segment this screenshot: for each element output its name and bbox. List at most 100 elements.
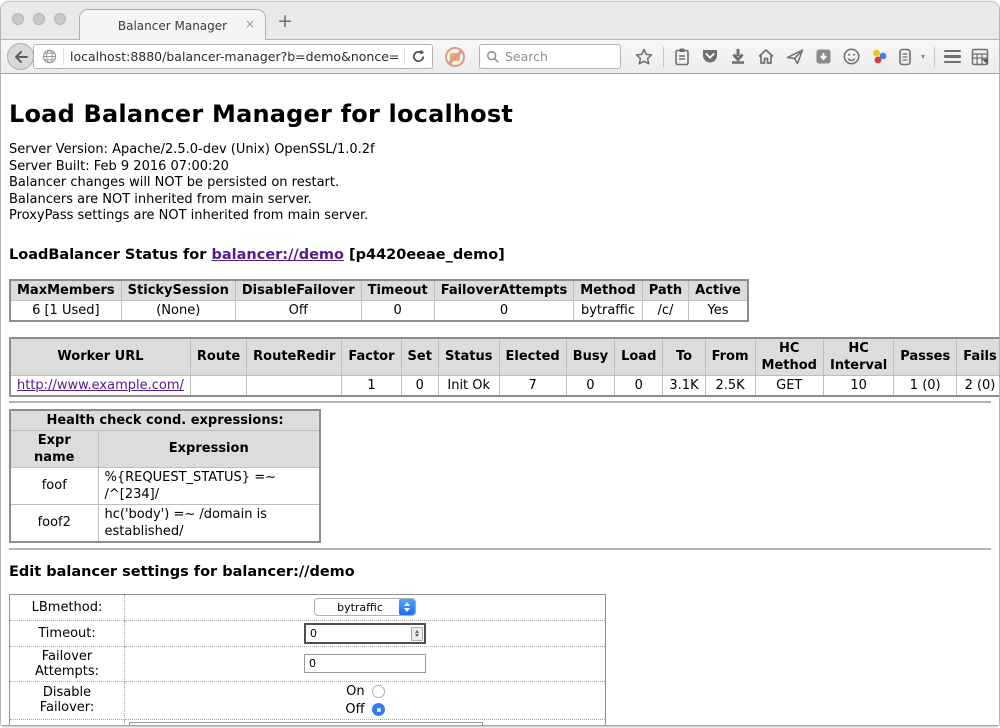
window-controls xyxy=(12,13,66,25)
table-cell: /c/ xyxy=(642,300,688,321)
table-cell: Init Ok xyxy=(438,375,499,396)
column-header: RouteRedir xyxy=(247,338,342,376)
table-cell: Yes xyxy=(689,300,748,321)
table-cell xyxy=(247,375,342,396)
disable-failover-on-radio[interactable] xyxy=(372,685,385,698)
column-header: To xyxy=(663,338,705,376)
table-cell: 3.1K xyxy=(663,375,705,396)
reload-icon[interactable] xyxy=(411,49,426,64)
column-header: FailoverAttempts xyxy=(434,280,574,301)
menu-icon[interactable] xyxy=(944,50,961,64)
column-header: Status xyxy=(438,338,499,376)
page-title: Load Balancer Manager for localhost xyxy=(9,100,991,128)
section-divider xyxy=(9,548,991,550)
failover-attempts-label: Failover Attempts: xyxy=(10,646,125,681)
toolbar-icons: ▾ xyxy=(634,40,990,73)
tab-balancer-manager[interactable]: Balancer Manager × xyxy=(79,9,266,41)
column-header: Worker URL xyxy=(10,338,190,376)
table-cell: 1 (0) xyxy=(894,375,957,396)
column-header: Set xyxy=(401,338,438,376)
save-to-device-icon[interactable] xyxy=(814,47,833,66)
bookmark-star-icon[interactable] xyxy=(634,47,654,67)
worker-url-link[interactable]: http://www.example.com/ xyxy=(17,378,184,393)
tab-title: Balancer Manager xyxy=(118,19,227,33)
tab-bar: Balancer Manager × + xyxy=(1,2,999,40)
notice-line: Balancers are NOT inherited from main se… xyxy=(9,192,991,209)
lbmethod-select[interactable]: bytraffic xyxy=(314,598,416,616)
column-header: Load xyxy=(615,338,663,376)
chevron-down-icon[interactable]: ▾ xyxy=(921,52,925,61)
timeout-input[interactable] xyxy=(304,623,426,644)
sticky-session-hint: (Use '-' to delete) xyxy=(486,724,601,726)
column-header: Route xyxy=(190,338,246,376)
send-plane-icon[interactable] xyxy=(785,47,805,66)
home-icon[interactable] xyxy=(756,47,776,66)
column-header: Factor xyxy=(342,338,401,376)
status-heading-prefix: LoadBalancer Status for xyxy=(9,247,206,263)
table-cell: 2 (0) xyxy=(957,375,999,396)
tab-close-icon[interactable]: × xyxy=(245,18,255,30)
failover-attempts-input[interactable] xyxy=(304,654,426,673)
column-header: StickySession xyxy=(121,280,235,301)
column-header: Method xyxy=(574,280,642,301)
url-bar[interactable]: localhost:8880/balancer-manager?b=demo&n… xyxy=(33,44,433,69)
newspaper-grid-icon[interactable] xyxy=(970,47,990,67)
form-row-failover-attempts: Failover Attempts: xyxy=(10,646,606,681)
close-window-button[interactable] xyxy=(12,13,24,25)
new-tab-button[interactable]: + xyxy=(277,10,293,32)
page-content: Load Balancer Manager for localhost Serv… xyxy=(1,100,999,725)
column-header: Expr name xyxy=(10,430,98,467)
content-blocked-icon[interactable] xyxy=(445,47,465,67)
table-row: 6 [1 Used] (None) Off 0 0 bytraffic /c/ … xyxy=(10,300,748,321)
disable-failover-label: Disable Failover: xyxy=(10,681,125,719)
table-cell: 0 xyxy=(434,300,574,321)
table-cell: http://www.example.com/ xyxy=(10,375,190,396)
column-header: MaxMembers xyxy=(10,280,121,301)
back-arrow-icon xyxy=(14,51,28,63)
back-button[interactable] xyxy=(7,43,34,70)
column-header: DisableFailover xyxy=(235,280,361,301)
table-cell: (None) xyxy=(121,300,235,321)
search-bar[interactable] xyxy=(479,44,621,69)
column-header: Expression xyxy=(98,430,320,467)
form-row-lbmethod: LBmethod: bytraffic xyxy=(10,594,606,620)
table-cell: 0 xyxy=(615,375,663,396)
health-table-title: Health check cond. expressions: xyxy=(10,410,320,431)
column-header: Fails xyxy=(957,338,999,376)
form-row-disable-failover: Disable Failover: On Off xyxy=(10,681,606,719)
pocket-icon[interactable] xyxy=(700,47,720,66)
column-header: HC Method xyxy=(755,338,823,376)
reading-list-icon[interactable] xyxy=(673,47,691,67)
table-cell: GET xyxy=(755,375,823,396)
search-icon xyxy=(486,50,500,64)
url-text[interactable]: localhost:8880/balancer-manager?b=demo&n… xyxy=(70,49,398,64)
notice-line: Balancer changes will NOT be persisted o… xyxy=(9,175,991,192)
section-divider xyxy=(9,401,991,403)
column-header: Busy xyxy=(566,338,614,376)
lbmethod-selected-value: bytraffic xyxy=(315,601,399,614)
download-icon[interactable] xyxy=(729,47,747,66)
feedback-smiley-icon[interactable] xyxy=(842,47,861,66)
server-built-line: Server Built: Feb 9 2016 07:00:20 xyxy=(9,159,991,176)
number-stepper-icon[interactable] xyxy=(411,627,423,641)
browser-window: Balancer Manager × + localhost:8880/bala… xyxy=(1,2,999,725)
search-input[interactable] xyxy=(505,49,605,64)
table-row: foof %{REQUEST_STATUS} =~ /^[234]/ xyxy=(10,467,320,504)
extension-dots-icon[interactable] xyxy=(870,47,889,66)
table-cell: foof xyxy=(10,467,98,504)
column-header: Path xyxy=(642,280,688,301)
session-manager-icon[interactable] xyxy=(898,47,912,67)
sticky-session-input[interactable] xyxy=(129,722,483,726)
balancer-status-table: MaxMembers StickySession DisableFailover… xyxy=(9,279,749,322)
table-cell: hc('body') =~ /domain is established/ xyxy=(98,504,320,542)
balancer-demo-link[interactable]: balancer://demo xyxy=(211,247,344,263)
disable-failover-off-radio[interactable] xyxy=(372,703,385,716)
radio-on-label: On xyxy=(345,684,364,699)
table-header-row: Health check cond. expressions: xyxy=(10,410,320,431)
globe-icon xyxy=(42,49,57,64)
server-version-line: Server Version: Apache/2.5.0-dev (Unix) … xyxy=(9,142,991,159)
zoom-window-button[interactable] xyxy=(54,13,66,25)
minimize-window-button[interactable] xyxy=(33,13,45,25)
column-header: Active xyxy=(689,280,748,301)
form-row-sticky-session: Sticky Session: (Use '-' to delete) xyxy=(10,719,606,725)
